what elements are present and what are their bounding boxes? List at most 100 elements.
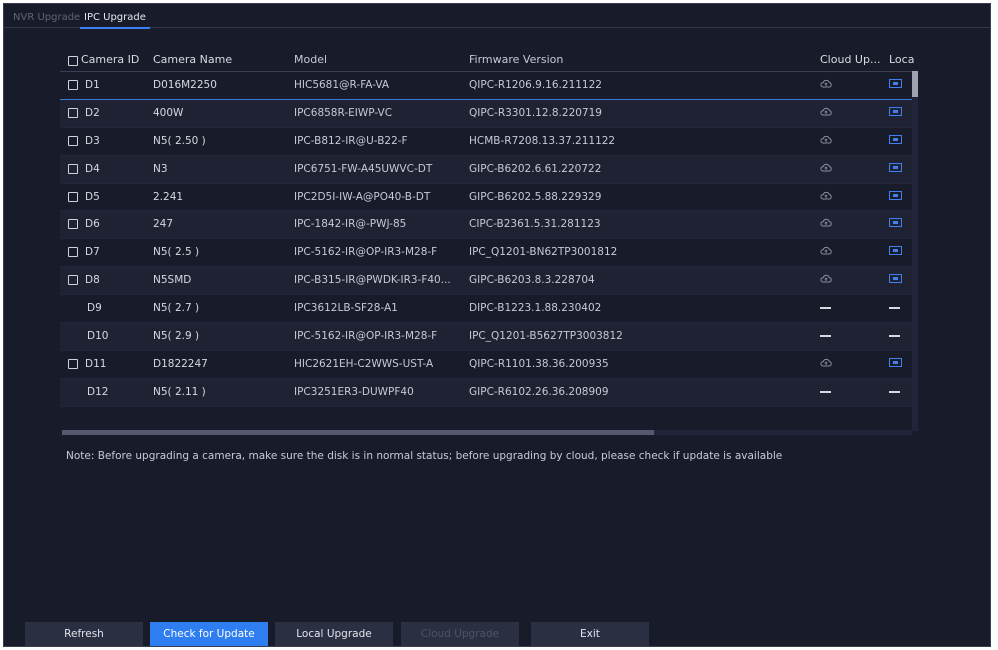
camera-name: N5( 2.50 ): [153, 134, 206, 147]
camera-table: Camera ID Camera Name Model Firmware Ver…: [60, 48, 915, 407]
camera-model: IPC-B315-IR@PWDK-IR3-F40...: [294, 274, 451, 287]
camera-id: D2: [85, 106, 100, 119]
cloud-upgrade-button[interactable]: Cloud Upgrade: [401, 622, 519, 646]
tab-ipc-upgrade[interactable]: IPC Upgrade: [80, 11, 150, 29]
table-row[interactable]: D12 N5( 2.11 ) IPC3251ER3-DUWPF40 GIPC-R610…: [60, 378, 915, 407]
header-local-upgrade[interactable]: Loca: [889, 53, 914, 66]
refresh-button[interactable]: Refresh: [25, 622, 143, 646]
row-checkbox[interactable]: [68, 163, 78, 175]
cloud-icon[interactable]: [820, 218, 832, 230]
row-checkbox[interactable]: [68, 358, 78, 370]
row-checkbox[interactable]: [68, 246, 78, 258]
table-row[interactable]: D4 N3 IPC6751-FW-A45UWVC-DT GIPC-B6202.6.61…: [60, 155, 915, 184]
camera-model: IPC2D5I-IW-A@PO40-B-DT: [294, 190, 431, 203]
row-checkbox[interactable]: [68, 135, 78, 147]
horizontal-scrollbar[interactable]: [62, 430, 912, 435]
local-upgrade-icon[interactable]: [889, 134, 902, 147]
camera-name: N5( 2.7 ): [153, 302, 200, 315]
table-row[interactable]: D9 N5( 2.7 ) IPC3612LB-SF28-A1 DIPC-B1223.1…: [60, 295, 915, 324]
local-upgrade-icon[interactable]: [889, 357, 902, 370]
cloud-unavailable-dash: [820, 302, 831, 314]
ipc-upgrade-window: NVR Upgrade IPC Upgrade Camera ID Camera…: [3, 3, 991, 647]
firmware-version: HCMB-R7208.13.37.211122: [469, 134, 616, 147]
row-checkbox[interactable]: [68, 107, 78, 119]
camera-model: IPC-B812-IR@U-B22-F: [294, 134, 408, 147]
firmware-version: GIPC-B6202.5.88.229329: [469, 190, 602, 203]
camera-id: D10: [87, 330, 109, 343]
cloud-icon[interactable]: [820, 274, 832, 286]
cloud-icon[interactable]: [820, 163, 832, 175]
table-row[interactable]: D10 N5( 2.9 ) IPC-5162-IR@OP-IR3-M28-F IPC_…: [60, 323, 915, 351]
local-upgrade-icon[interactable]: [889, 246, 902, 258]
table-header: Camera ID Camera Name Model Firmware Ver…: [60, 48, 915, 72]
cloud-icon[interactable]: [820, 246, 832, 258]
select-all-checkbox[interactable]: [68, 54, 78, 67]
camera-id: D8: [85, 274, 100, 287]
cloud-icon[interactable]: [820, 135, 832, 147]
local-upgrade-icon[interactable]: [889, 190, 902, 203]
firmware-version: QIPC-R1101.38.36.200935: [469, 357, 609, 370]
camera-id: D9: [87, 302, 102, 315]
table-row[interactable]: D1 D016M2250 HIC5681@R-FA-VA QIPC-R1206.9.1…: [60, 72, 915, 100]
local-upgrade-icon[interactable]: [889, 274, 902, 286]
firmware-version: GIPC-B6203.8.3.228704: [469, 274, 595, 287]
row-checkbox[interactable]: [68, 218, 78, 230]
vertical-scrollbar[interactable]: [912, 71, 918, 431]
table-body: D1 D016M2250 HIC5681@R-FA-VA QIPC-R1206.9.1…: [60, 72, 915, 407]
header-camera-id[interactable]: Camera ID: [81, 53, 139, 66]
cloud-icon[interactable]: [820, 358, 832, 370]
camera-model: IPC-1842-IR@-PWJ-85: [294, 218, 407, 231]
camera-id: D7: [85, 246, 100, 259]
horizontal-scrollbar-thumb[interactable]: [62, 430, 654, 435]
camera-name: N5( 2.9 ): [153, 330, 200, 343]
row-checkbox[interactable]: [68, 79, 78, 91]
row-checkbox[interactable]: [68, 191, 78, 203]
local-upgrade-icon[interactable]: [889, 79, 902, 91]
firmware-version: QIPC-R1206.9.16.211122: [469, 79, 602, 91]
table-row[interactable]: D2 400W IPC6858R-EIWP-VC QIPC-R3301.12.8.22…: [60, 99, 915, 128]
camera-id: D4: [85, 162, 100, 175]
table-row[interactable]: D6 247 IPC-1842-IR@-PWJ-85 CIPC-B2361.5.31.…: [60, 211, 915, 240]
table-row[interactable]: D8 N5SMD IPC-B315-IR@PWDK-IR3-F40... GIPC-B…: [60, 267, 915, 296]
cloud-unavailable-dash: [820, 386, 831, 398]
header-firmware-version[interactable]: Firmware Version: [469, 53, 563, 66]
camera-model: IPC6751-FW-A45UWVC-DT: [294, 162, 433, 175]
local-upgrade-icon[interactable]: [889, 106, 902, 119]
exit-button[interactable]: Exit: [531, 622, 649, 646]
table-row[interactable]: D3 N5( 2.50 ) IPC-B812-IR@U-B22-F HCMB-R720…: [60, 128, 915, 156]
camera-model: IPC-5162-IR@OP-IR3-M28-F: [294, 246, 438, 259]
local-unavailable-dash: [889, 386, 900, 398]
camera-id: D3: [85, 134, 100, 147]
camera-id: D6: [85, 218, 100, 231]
camera-name: N5( 2.5 ): [153, 246, 200, 259]
local-upgrade-button[interactable]: Local Upgrade: [275, 622, 393, 646]
check-for-update-button[interactable]: Check for Update: [150, 622, 268, 646]
tab-nvr-upgrade[interactable]: NVR Upgrade: [11, 11, 82, 27]
camera-name: D1822247: [153, 357, 208, 370]
vertical-scrollbar-thumb[interactable]: [912, 71, 918, 97]
camera-id: D5: [85, 190, 100, 203]
camera-model: IPC3251ER3-DUWPF40: [294, 385, 414, 398]
cloud-icon[interactable]: [820, 191, 832, 203]
firmware-version: GIPC-R6102.26.36.208909: [469, 385, 609, 398]
cloud-icon[interactable]: [820, 79, 832, 91]
tab-bar: NVR Upgrade IPC Upgrade: [4, 4, 990, 29]
camera-id: D11: [85, 357, 107, 370]
header-model[interactable]: Model: [294, 53, 327, 66]
cloud-icon[interactable]: [820, 107, 832, 119]
table-row[interactable]: D11 D1822247 HIC2621EH-C2WWS-UST-A QIPC-R11…: [60, 351, 915, 379]
header-cloud-upgrade[interactable]: Cloud Up...: [820, 53, 880, 66]
firmware-version: CIPC-B2361.5.31.281123: [469, 218, 601, 231]
firmware-version: QIPC-R3301.12.8.220719: [469, 106, 602, 119]
camera-model: HIC2621EH-C2WWS-UST-A: [294, 357, 434, 370]
local-upgrade-icon[interactable]: [889, 162, 902, 175]
firmware-version: IPC_Q1201-BN62TP3001812: [469, 246, 618, 259]
camera-name: D016M2250: [153, 79, 217, 91]
row-checkbox[interactable]: [68, 274, 78, 286]
firmware-version: DIPC-B1223.1.88.230402: [469, 302, 602, 315]
local-upgrade-icon[interactable]: [889, 218, 902, 230]
table-row[interactable]: D5 2.241 IPC2D5I-IW-A@PO40-B-DT GIPC-B6202.…: [60, 184, 915, 212]
camera-name: 247: [153, 218, 174, 231]
header-camera-name[interactable]: Camera Name: [153, 53, 232, 66]
table-row[interactable]: D7 N5( 2.5 ) IPC-5162-IR@OP-IR3-M28-F IPC_Q…: [60, 239, 915, 268]
